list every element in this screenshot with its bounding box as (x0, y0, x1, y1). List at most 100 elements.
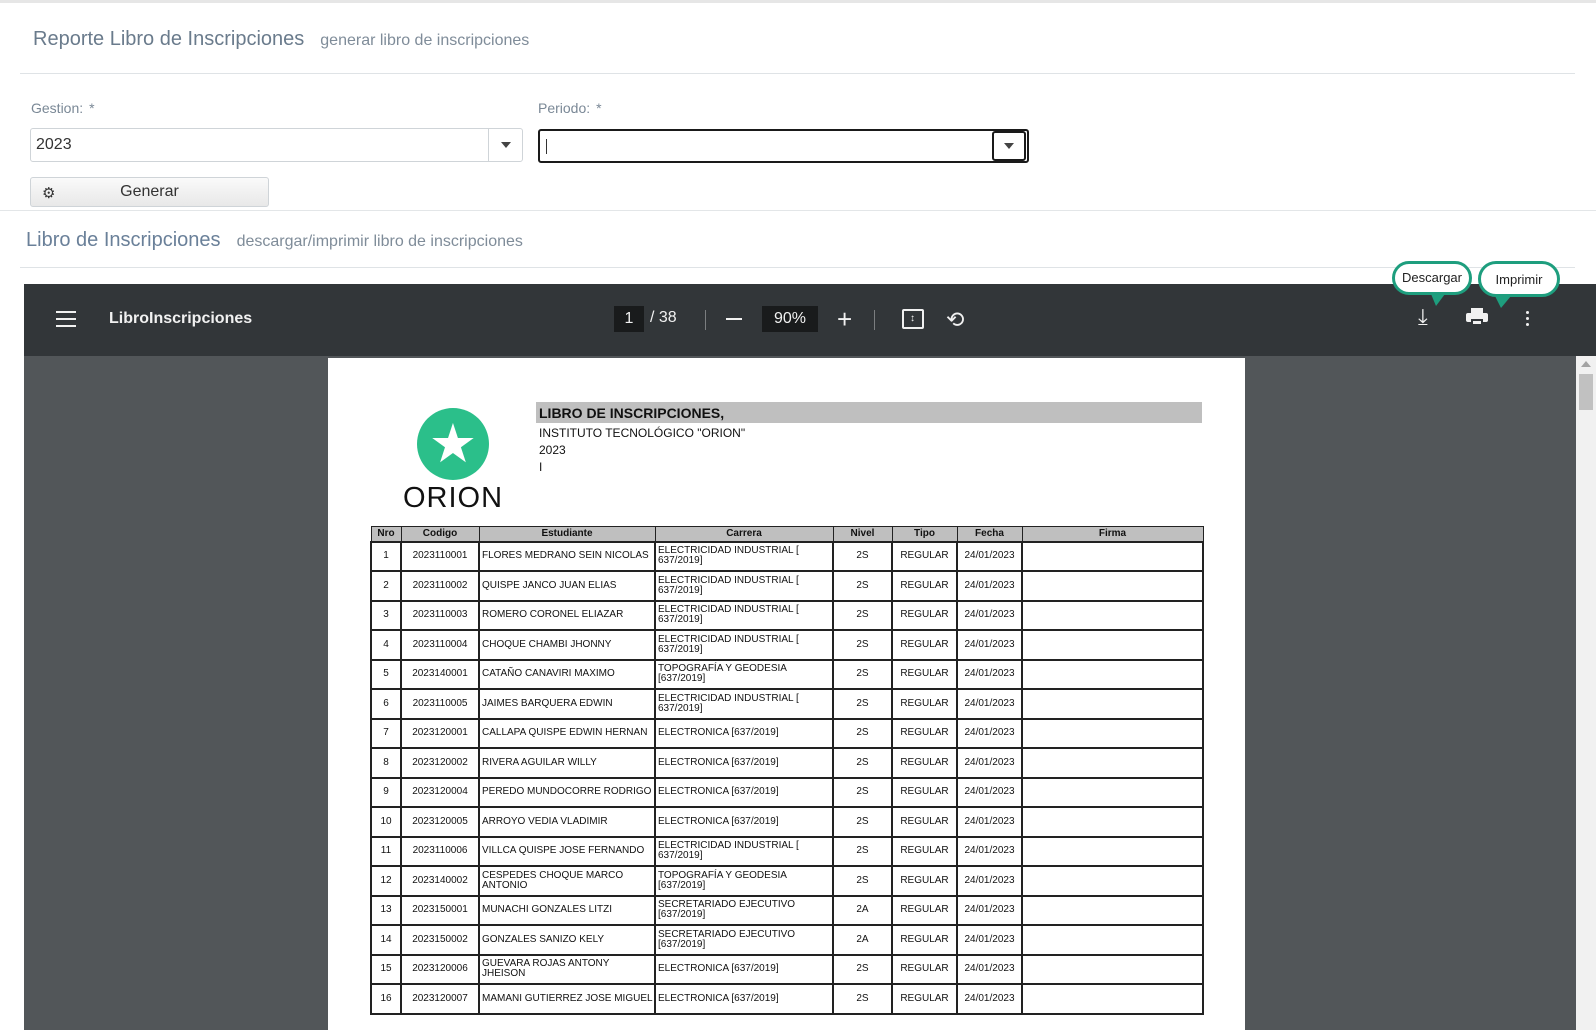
gestion-select[interactable]: 2023 (30, 128, 523, 162)
scroll-up-icon[interactable] (1581, 361, 1591, 367)
table-header-cell: Carrera (654, 526, 834, 542)
rotate-icon[interactable]: ⟲ (946, 307, 964, 333)
table-cell (1021, 806, 1204, 838)
periodo-dropdown-button[interactable] (992, 131, 1026, 161)
table-cell: 2023120001 (400, 717, 480, 749)
pdf-toolbar: LibroInscripciones 1 / 38 90% + ↕ ⟲ ⤓ (24, 284, 1596, 356)
section-header-book: Libro de Inscripciones descargar/imprimi… (26, 229, 523, 252)
scrollbar[interactable] (1576, 356, 1596, 1030)
gestion-dropdown-button[interactable] (488, 129, 522, 161)
table-cell: 1 (370, 540, 402, 572)
download-callout-text: Descargar (1402, 270, 1462, 285)
table-cell: ELECTRONICA [637/2019] (654, 776, 834, 808)
page-number-input[interactable]: 1 (614, 306, 644, 332)
table-cell: 24/01/2023 (956, 865, 1023, 897)
logo-text: ORION (402, 482, 504, 514)
table-header-cell: Fecha (956, 526, 1023, 542)
table-cell: ELECTRICIDAD INDUSTRIAL [ 637/2019] (654, 599, 834, 631)
table-cell: ELECTRICIDAD INDUSTRIAL [ 637/2019] (654, 629, 834, 661)
table-cell: ELECTRONICA [637/2019] (654, 747, 834, 779)
table-cell: REGULAR (891, 835, 958, 867)
table-cell: 2S (832, 540, 893, 572)
download-icon[interactable]: ⤓ (1418, 304, 1428, 330)
section-subtitle: generar libro de inscripciones (320, 32, 530, 49)
table-cell: 13 (370, 894, 402, 926)
table-cell: REGULAR (891, 953, 958, 985)
table-cell: 6 (370, 688, 402, 720)
zoom-in-icon[interactable]: + (837, 306, 852, 332)
table-cell: FLORES MEDRANO SEIN NICOLAS (478, 540, 656, 572)
table-cell: 24/01/2023 (956, 983, 1023, 1015)
table-cell: 2S (832, 599, 893, 631)
table-cell: JAIMES BARQUERA EDWIN (478, 688, 656, 720)
table-header-cell: Tipo (891, 526, 958, 542)
table-row: 13 2023150001 MUNACHI GONZALES LITZI SECRET… (370, 894, 1204, 926)
table-cell: REGULAR (891, 717, 958, 749)
table-cell: 2023150002 (400, 924, 480, 956)
table-cell: REGULAR (891, 747, 958, 779)
menu-icon[interactable] (56, 311, 76, 332)
table-cell: CALLAPA QUISPE EDWIN HERNAN (478, 717, 656, 749)
print-callout: Imprimir (1478, 261, 1560, 308)
generate-button[interactable]: ⚙ Generar (30, 177, 269, 207)
table-cell: REGULAR (891, 599, 958, 631)
table-cell: REGULAR (891, 776, 958, 808)
table-cell: 15 (370, 953, 402, 985)
table-cell: REGULAR (891, 629, 958, 661)
gestion-value: 2023 (36, 136, 72, 153)
table-cell: 2A (832, 894, 893, 926)
page-total: / 38 (650, 309, 677, 326)
table-cell: 2023150001 (400, 894, 480, 926)
table-cell: GONZALES SANIZO KELY (478, 924, 656, 956)
table-cell: SECRETARIADO EJECUTIVO [637/2019] (654, 894, 834, 926)
table-row: 5 2023140001 CATAÑO CANAVIRI MAXIMO TOPOGRA… (370, 658, 1204, 690)
table-row: 14 2023150002 GONZALES SANIZO KELY SECRETAR… (370, 924, 1204, 956)
table-cell: ELECTRICIDAD INDUSTRIAL [ 637/2019] (654, 688, 834, 720)
table-cell: 4 (370, 629, 402, 661)
table-header-cell: Codigo (400, 526, 480, 542)
fit-page-icon[interactable]: ↕ (902, 309, 924, 329)
chevron-down-icon (1004, 143, 1014, 149)
table-row: 16 2023120007 MAMANI GUTIERREZ JOSE MIGUEL… (370, 983, 1204, 1015)
table-cell: 2023120004 (400, 776, 480, 808)
zoom-out-icon[interactable] (726, 318, 742, 320)
table-cell: 12 (370, 865, 402, 897)
table-cell: 2023110003 (400, 599, 480, 631)
table-cell: 8 (370, 747, 402, 779)
table-cell: 2023110002 (400, 570, 480, 602)
table-cell: REGULAR (891, 865, 958, 897)
table-cell: 24/01/2023 (956, 688, 1023, 720)
table-cell: 2S (832, 953, 893, 985)
print-icon[interactable] (1466, 308, 1488, 326)
table-cell: 2S (832, 983, 893, 1015)
table-row: 15 2023120006 GUEVARA ROJAS ANTONY JHEISON… (370, 953, 1204, 985)
table-cell (1021, 953, 1204, 985)
table-cell: 2023110001 (400, 540, 480, 572)
callout-tail (1495, 296, 1511, 308)
table-cell: REGULAR (891, 688, 958, 720)
table-cell: 10 (370, 806, 402, 838)
table-row: 2 2023110002 QUISPE JANCO JUAN ELIAS ELECTR… (370, 570, 1204, 602)
table-cell: 24/01/2023 (956, 835, 1023, 867)
divider (20, 267, 1575, 268)
section-title: Reporte Libro de Inscripciones (33, 28, 305, 50)
scrollbar-thumb[interactable] (1579, 374, 1593, 410)
table-cell: 24/01/2023 (956, 540, 1023, 572)
more-options-icon[interactable] (1526, 311, 1530, 329)
periodo-label-text: Periodo: (538, 100, 591, 116)
table-header-cell: Firma (1021, 526, 1204, 542)
table-cell: 24/01/2023 (956, 570, 1023, 602)
periodo-label: Periodo: * (538, 100, 602, 116)
table-row: 12 2023140002 CESPEDES CHOQUE MARCO ANTONI… (370, 865, 1204, 897)
generate-button-label: Generar (120, 183, 179, 200)
periodo-select[interactable] (538, 129, 1029, 163)
table-cell: ELECTRONICA [637/2019] (654, 717, 834, 749)
zoom-level-input[interactable]: 90% (762, 306, 818, 332)
table-row: 10 2023120005 ARROYO VEDIA VLADIMIR ELECTRO… (370, 806, 1204, 838)
table-cell: ELECTRICIDAD INDUSTRIAL [ 637/2019] (654, 540, 834, 572)
table-cell: 2023120006 (400, 953, 480, 985)
table-cell (1021, 865, 1204, 897)
table-cell: GUEVARA ROJAS ANTONY JHEISON (478, 953, 656, 985)
table-cell: 2 (370, 570, 402, 602)
table-cell: 2023140002 (400, 865, 480, 897)
